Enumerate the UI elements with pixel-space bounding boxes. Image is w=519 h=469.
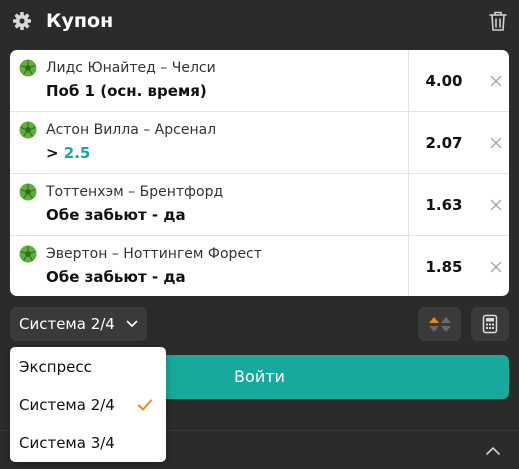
close-icon[interactable] <box>486 195 506 215</box>
odds-change-icon <box>429 317 451 332</box>
bet-odds: 1.63 <box>425 196 463 214</box>
gear-icon[interactable] <box>12 11 32 31</box>
close-icon[interactable] <box>486 71 506 91</box>
trash-icon[interactable] <box>488 10 508 32</box>
football-icon <box>19 59 37 77</box>
bet-market: Обе забьют - да <box>46 268 186 286</box>
bet-type-option-selected[interactable]: Система 2/4 <box>10 386 166 424</box>
check-icon <box>138 399 152 411</box>
calculator-button[interactable] <box>471 307 509 341</box>
bet-market: > 2.5 <box>46 144 91 162</box>
chevron-up-icon[interactable] <box>483 441 503 461</box>
football-icon <box>19 121 37 139</box>
bet-type-dropdown: Экспресс Система 2/4 Система 3/4 <box>10 347 166 462</box>
bet-odds: 2.07 <box>425 134 463 152</box>
bet-type-option[interactable]: Система 3/4 <box>10 424 166 462</box>
bet-match: Тоттенхэм – Брентфорд <box>46 184 224 200</box>
bet-match: Эвертон – Ноттингем Форест <box>46 246 262 262</box>
bet-row: Эвертон – Ноттингем Форест Обе забьют - … <box>10 236 509 296</box>
bet-row: Лидс Юнайтед – Челси Поб 1 (осн. время) … <box>10 50 509 112</box>
calculator-icon <box>482 314 498 334</box>
chevron-down-icon <box>126 320 138 327</box>
bet-row: Астон Вилла – Арсенал > 2.5 2.07 <box>10 112 509 174</box>
coupon-header: Купон <box>0 0 519 44</box>
bet-match: Астон Вилла – Арсенал <box>46 122 217 138</box>
bet-market: Обе забьют - да <box>46 206 186 224</box>
bet-type-option[interactable]: Экспресс <box>10 348 166 386</box>
bet-odds: 1.85 <box>425 258 463 276</box>
close-icon[interactable] <box>486 257 506 277</box>
bet-odds: 4.00 <box>425 72 463 90</box>
bet-type-selected: Система 2/4 <box>19 315 115 333</box>
bet-row: Тоттенхэм – Брентфорд Обе забьют - да 1.… <box>10 174 509 236</box>
bet-type-option-label: Экспресс <box>19 358 92 376</box>
odds-change-button[interactable] <box>418 307 461 341</box>
bet-type-option-label: Система 3/4 <box>19 434 115 452</box>
bet-type-option-label: Система 2/4 <box>19 396 115 414</box>
football-icon <box>19 245 37 263</box>
coupon-title: Купон <box>46 10 114 32</box>
bet-list: Лидс Юнайтед – Челси Поб 1 (осн. время) … <box>10 50 509 296</box>
football-icon <box>19 183 37 201</box>
market-total: 2.5 <box>63 144 91 162</box>
bet-market: Поб 1 (осн. время) <box>46 82 207 100</box>
bet-match: Лидс Юнайтед – Челси <box>46 60 216 76</box>
bet-type-select[interactable]: Система 2/4 <box>10 307 147 341</box>
close-icon[interactable] <box>486 133 506 153</box>
